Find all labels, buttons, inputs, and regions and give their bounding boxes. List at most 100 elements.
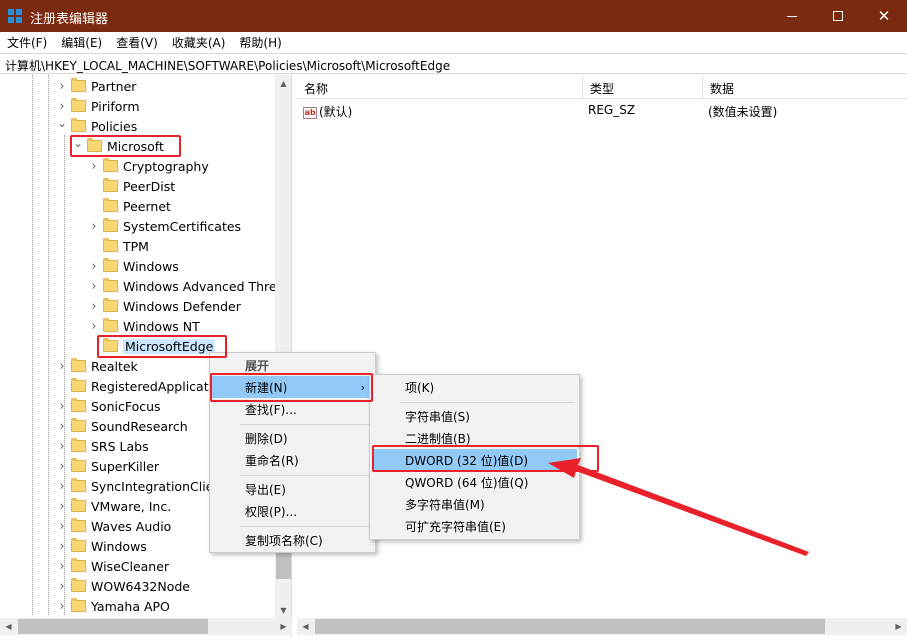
- chevron-right-icon[interactable]: ›: [56, 76, 68, 96]
- tree-item[interactable]: › Windows: [56, 536, 147, 556]
- folder-icon: [71, 358, 86, 372]
- list-item[interactable]: ab (默认) REG_SZ (数值未设置): [297, 101, 907, 121]
- menu-export[interactable]: 导出(E): [212, 478, 373, 500]
- chevron-right-icon[interactable]: ›: [56, 416, 68, 436]
- tree-item[interactable]: › Realtek: [56, 356, 138, 376]
- tree-item[interactable]: › Windows: [88, 256, 179, 276]
- tree-item-label: Windows NT: [123, 318, 200, 334]
- column-type[interactable]: 类型: [583, 75, 703, 99]
- chevron-right-icon[interactable]: ›: [88, 256, 100, 276]
- chevron-right-icon[interactable]: ›: [88, 316, 100, 336]
- maximize-button[interactable]: [815, 0, 861, 32]
- tree-horizontal-scrollbar[interactable]: ◀ ▶: [0, 618, 292, 635]
- tree-item-label: Waves Audio: [91, 518, 172, 534]
- tree-item-label: SRS Labs: [91, 438, 149, 454]
- chevron-right-icon[interactable]: ›: [56, 556, 68, 576]
- scrollbar-thumb[interactable]: [315, 619, 825, 634]
- tree-item[interactable]: › Piriform: [56, 96, 140, 116]
- menu-separator: [240, 424, 370, 425]
- chevron-right-icon[interactable]: ›: [56, 96, 68, 116]
- tree-item[interactable]: TPM: [88, 236, 149, 256]
- column-data[interactable]: 数据: [703, 75, 907, 99]
- chevron-right-icon[interactable]: ›: [56, 436, 68, 456]
- menu-edit[interactable]: 编辑(E): [54, 32, 109, 52]
- minimize-button[interactable]: [769, 0, 815, 32]
- tree-item[interactable]: › SyncIntegrationClien: [56, 476, 221, 496]
- string-value-icon: ab: [303, 106, 317, 119]
- menu-permissions[interactable]: 权限(P)...: [212, 500, 373, 522]
- scrollbar-thumb[interactable]: [276, 553, 291, 579]
- tree-item[interactable]: › WOW6432Node: [56, 576, 190, 596]
- annotation-box-new: [210, 373, 373, 402]
- scroll-right-icon[interactable]: ▶: [275, 618, 292, 635]
- menu-help[interactable]: 帮助(H): [232, 32, 288, 52]
- tree-item[interactable]: › SystemCertificates: [88, 216, 241, 236]
- tree-item-label: Windows: [91, 538, 147, 554]
- folder-icon: [71, 518, 86, 532]
- annotation-box-dword: [372, 445, 599, 472]
- tree-item[interactable]: › Windows Advanced Threa: [88, 276, 284, 296]
- chevron-right-icon[interactable]: ›: [88, 156, 100, 176]
- submenu-expandable-string-value[interactable]: 可扩充字符串值(E): [372, 515, 577, 537]
- menu-file[interactable]: 文件(F): [0, 32, 54, 52]
- tree-item[interactable]: › Yamaha APO: [56, 596, 170, 616]
- chevron-right-icon[interactable]: ›: [56, 496, 68, 516]
- folder-icon: [103, 278, 118, 292]
- tree-item-label: SoundResearch: [91, 418, 188, 434]
- chevron-right-icon[interactable]: ›: [56, 596, 68, 616]
- tree-item[interactable]: RegisteredApplicatio: [56, 376, 220, 396]
- tree-item[interactable]: › Waves Audio: [56, 516, 171, 536]
- tree-item-label: WiseCleaner: [91, 558, 170, 574]
- folder-icon: [71, 378, 86, 392]
- column-name[interactable]: 名称: [297, 75, 583, 99]
- chevron-right-icon[interactable]: ›: [88, 296, 100, 316]
- close-button[interactable]: ✕: [861, 0, 907, 32]
- submenu-string-value[interactable]: 字符串值(S): [372, 405, 577, 427]
- tree-item[interactable]: › Windows Defender: [88, 296, 241, 316]
- tree-item[interactable]: › WiseCleaner: [56, 556, 169, 576]
- chevron-right-icon[interactable]: ›: [56, 516, 68, 536]
- chevron-down-icon[interactable]: ⌄: [56, 116, 68, 136]
- tree-item[interactable]: › SuperKiller: [56, 456, 159, 476]
- scroll-left-icon[interactable]: ◀: [0, 618, 17, 635]
- tree-item-label: Yamaha APO: [91, 598, 170, 614]
- tree-item[interactable]: › Cryptography: [88, 156, 209, 176]
- tree-item[interactable]: PeerDist: [88, 176, 175, 196]
- chevron-right-icon[interactable]: ›: [56, 476, 68, 496]
- menu-delete[interactable]: 删除(D): [212, 427, 373, 449]
- minimize-icon: [787, 15, 797, 17]
- tree-item[interactable]: › SonicFocus: [56, 396, 161, 416]
- annotation-box-microsoftedge: [97, 335, 227, 358]
- chevron-right-icon[interactable]: ›: [56, 356, 68, 376]
- tree-item[interactable]: ⌄ Policies: [56, 116, 137, 136]
- menu-copy-key-name[interactable]: 复制项名称(C): [212, 529, 373, 551]
- chevron-right-icon[interactable]: ›: [56, 576, 68, 596]
- chevron-right-icon[interactable]: ›: [88, 276, 100, 296]
- menu-favorites[interactable]: 收藏夹(A): [165, 32, 233, 52]
- tree-item-label: Piriform: [91, 98, 140, 114]
- list-horizontal-scrollbar[interactable]: ◀ ▶: [297, 618, 907, 635]
- tree-item[interactable]: › Partner: [56, 76, 136, 96]
- submenu-qword-value[interactable]: QWORD (64 位)值(Q): [372, 471, 577, 493]
- scrollbar-thumb[interactable]: [18, 619, 208, 634]
- chevron-right-icon[interactable]: ›: [56, 456, 68, 476]
- scroll-right-icon[interactable]: ▶: [890, 618, 907, 635]
- chevron-right-icon[interactable]: ›: [56, 396, 68, 416]
- chevron-right-icon[interactable]: ›: [56, 536, 68, 556]
- tree-item[interactable]: › SoundResearch: [56, 416, 188, 436]
- scroll-up-icon[interactable]: ▲: [275, 75, 291, 92]
- scroll-down-icon[interactable]: ▼: [275, 602, 291, 619]
- chevron-right-icon[interactable]: ›: [88, 216, 100, 236]
- tree-item[interactable]: › SRS Labs: [56, 436, 149, 456]
- tree-item[interactable]: › VMware, Inc.: [56, 496, 171, 516]
- menu-rename[interactable]: 重命名(R): [212, 449, 373, 471]
- submenu-multi-string-value[interactable]: 多字符串值(M): [372, 493, 577, 515]
- address-bar[interactable]: 计算机\HKEY_LOCAL_MACHINE\SOFTWARE\Policies…: [0, 53, 907, 74]
- maximize-icon: [833, 11, 843, 21]
- tree-item-label: SuperKiller: [91, 458, 160, 474]
- submenu-key[interactable]: 项(K): [372, 376, 577, 398]
- tree-item[interactable]: › Windows NT: [88, 316, 200, 336]
- scroll-left-icon[interactable]: ◀: [297, 618, 314, 635]
- tree-item[interactable]: Peernet: [88, 196, 171, 216]
- menu-view[interactable]: 查看(V): [109, 32, 165, 52]
